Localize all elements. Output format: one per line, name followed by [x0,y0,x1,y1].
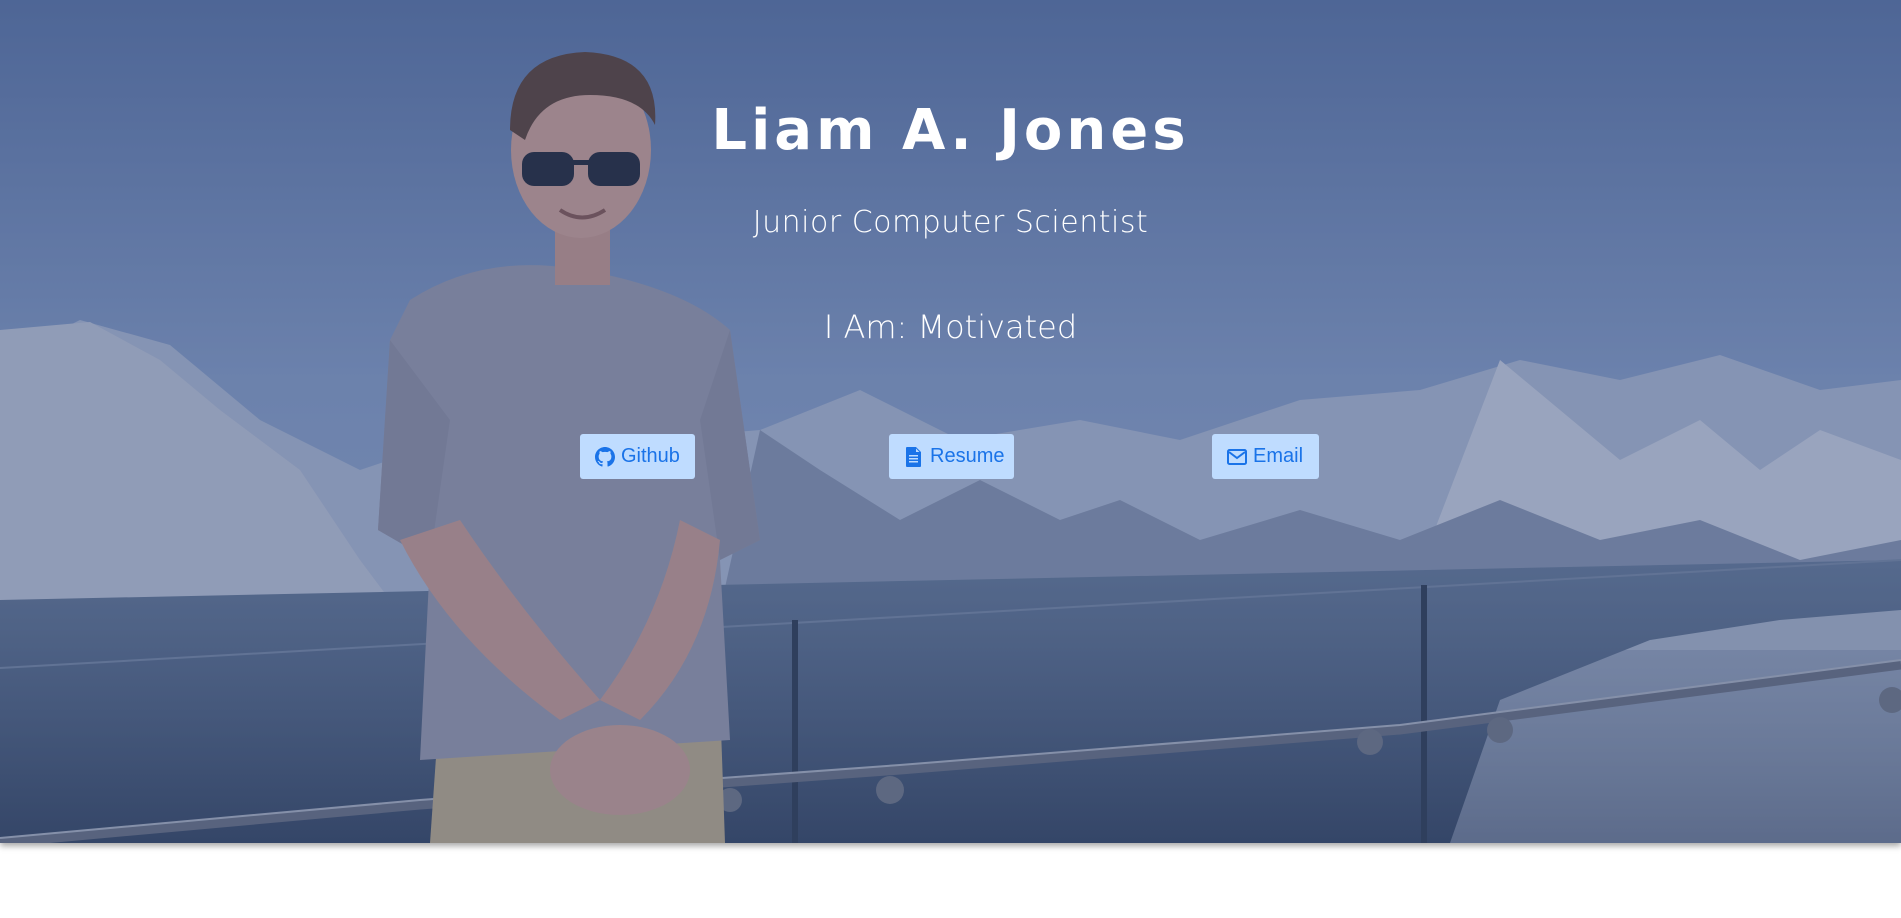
tagline-word: Motivated [917,308,1078,346]
typed-tagline: I Am: Motivated [0,308,1901,346]
github-icon [595,446,615,467]
email-button[interactable]: Email [1212,434,1319,479]
file-text-icon [904,446,924,467]
github-button[interactable]: Github [580,434,695,479]
page-subtitle: Junior Computer Scientist [752,205,1149,240]
resume-button-label: Resume [930,445,1005,467]
tagline-prefix: I Am: [823,308,918,346]
resume-button[interactable]: Resume [889,434,1014,479]
page-title: Liam A. Jones [711,98,1190,163]
github-button-label: Github [621,445,680,467]
envelope-icon [1227,447,1247,467]
email-button-label: Email [1253,445,1304,467]
hero-section: Liam A. Jones Junior Computer Scientist … [0,0,1901,843]
